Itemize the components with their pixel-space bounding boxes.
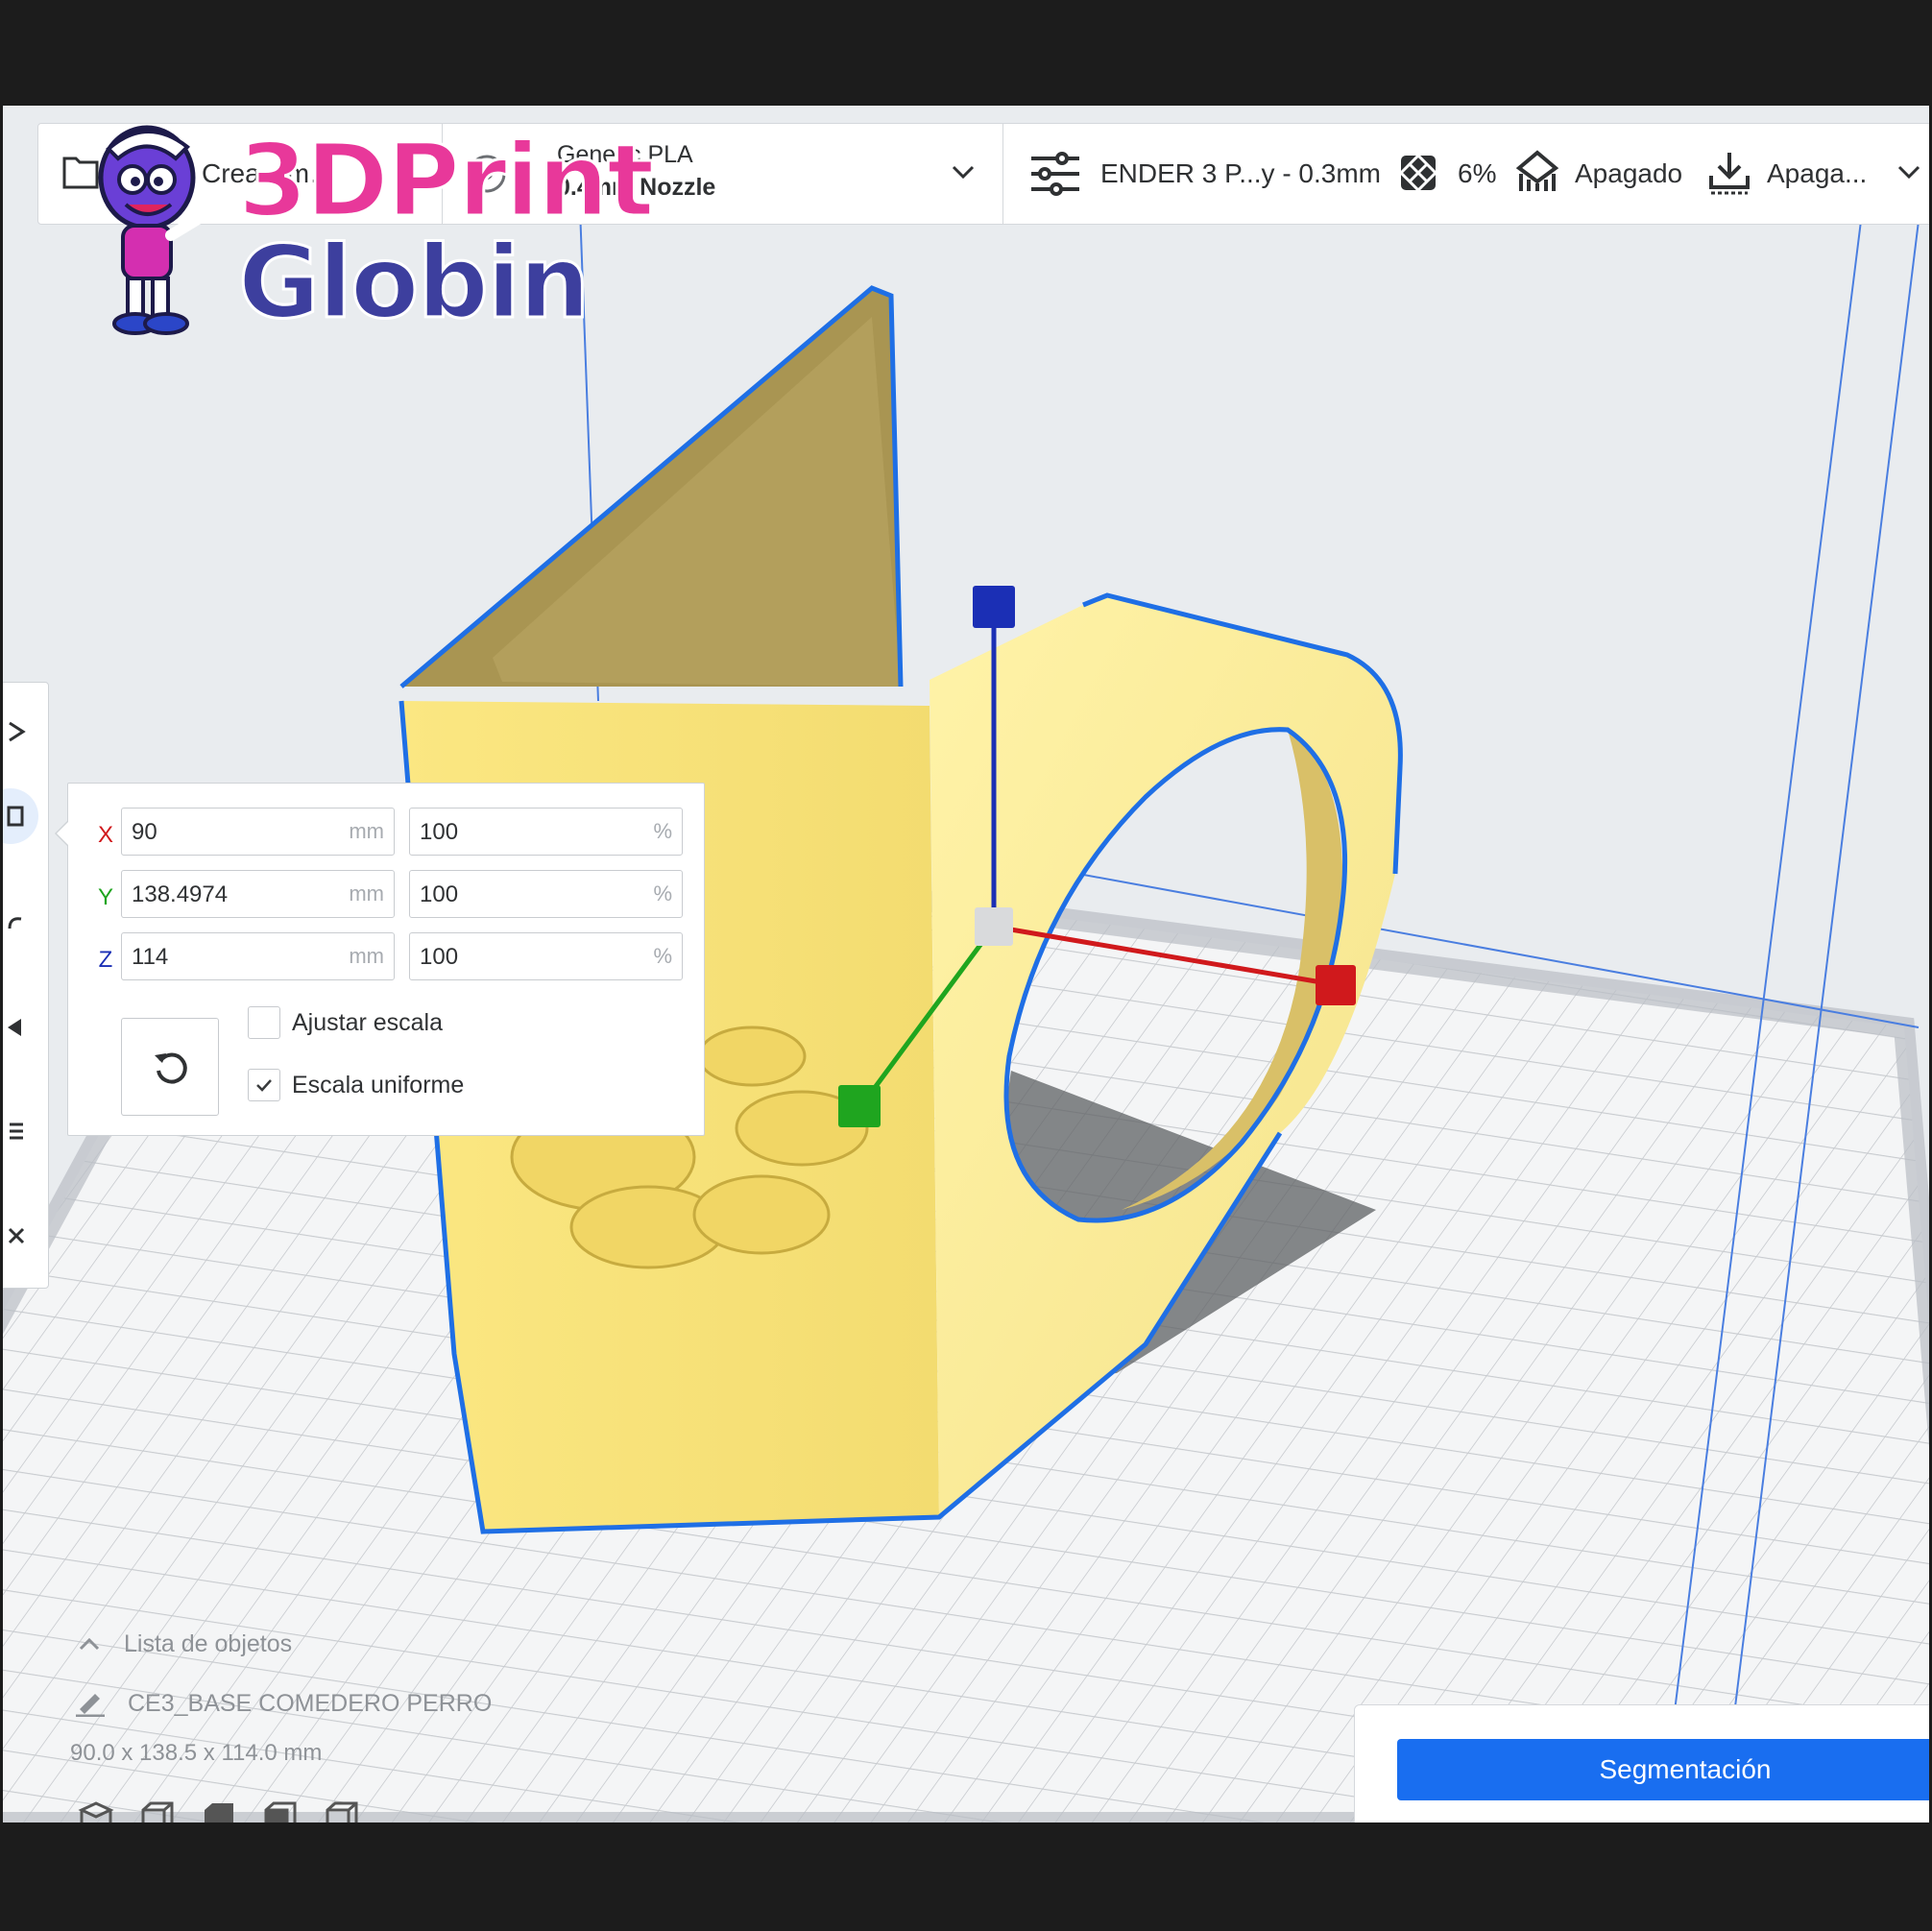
z-axis-handle[interactable] <box>973 586 1015 628</box>
scale-panel: X 90 mm 100 % Y 138.4974 mm 100 % Z 114 … <box>55 783 705 1136</box>
tool-sidebar <box>3 682 49 1289</box>
y-axis-handle[interactable] <box>838 1085 881 1127</box>
adhesion-icon <box>1709 153 1750 195</box>
y-mm-value[interactable]: 138.4974 <box>132 881 228 908</box>
slice-button[interactable]: Segmentación <box>1397 1739 1929 1800</box>
object-name[interactable]: CE3_BASE COMEDERO PERRO <box>128 1690 492 1718</box>
reset-scale-button[interactable] <box>121 1018 219 1116</box>
snap-scaling-label: Ajustar escala <box>292 1009 444 1036</box>
object-list-header[interactable]: Lista de objetos <box>124 1630 292 1658</box>
check-icon <box>256 1079 272 1092</box>
y-percent-input[interactable]: 100 % <box>409 870 683 918</box>
x-axis-label: X <box>97 822 113 848</box>
y-mm-unit: mm <box>349 881 384 905</box>
mascot-icon <box>98 125 208 335</box>
z-mm-unit: mm <box>349 944 384 968</box>
pencil-icon[interactable] <box>74 1688 107 1717</box>
z-percent-unit: % <box>653 944 672 968</box>
uniform-scaling-checkbox[interactable] <box>248 1069 280 1101</box>
scale-tool-icon[interactable] <box>6 806 27 827</box>
support-icon <box>1515 150 1559 191</box>
x-percent-input[interactable]: 100 % <box>409 808 683 856</box>
panel-pointer <box>55 820 69 847</box>
support-blocker-icon[interactable] <box>6 1225 27 1246</box>
gizmo-center[interactable] <box>975 907 1013 946</box>
infill-icon <box>1398 153 1438 193</box>
x-mm-input[interactable]: 90 mm <box>121 808 395 856</box>
z-mm-value[interactable]: 114 <box>132 944 168 971</box>
snap-scaling-checkbox[interactable] <box>248 1006 280 1039</box>
z-axis-label: Z <box>98 947 113 973</box>
print-profile[interactable]: ENDER 3 P...y - 0.3mm <box>1100 158 1381 189</box>
z-percent-input[interactable]: 100 % <box>409 932 683 980</box>
adhesion-value[interactable]: Apaga... <box>1767 158 1867 189</box>
logo: 3DPrint Globin <box>80 120 656 360</box>
support-value[interactable]: Apagado <box>1575 158 1682 189</box>
cura-window: Crea…m… Generic PLA 0.4mm Nozzle ENDER 3… <box>3 106 1929 1822</box>
z-percent-value[interactable]: 100 <box>420 944 458 971</box>
view-right-icon[interactable] <box>324 1800 360 1822</box>
logo-line2: Globin <box>237 223 592 343</box>
view-front-icon[interactable] <box>139 1800 176 1822</box>
toolbar-divider <box>1002 124 1003 224</box>
reset-icon <box>155 1052 187 1084</box>
chevron-down-icon[interactable] <box>1896 162 1921 181</box>
chevron-up-icon[interactable] <box>78 1636 101 1652</box>
y-axis-label: Y <box>97 884 113 910</box>
x-mm-unit: mm <box>349 819 384 843</box>
object-dimensions: 90.0 x 138.5 x 114.0 mm <box>70 1740 323 1766</box>
logo-line1: 3DPrint <box>237 121 657 241</box>
y-mm-input[interactable]: 138.4974 mm <box>121 870 395 918</box>
y-percent-unit: % <box>653 881 672 905</box>
per-model-settings-icon[interactable] <box>6 1121 27 1142</box>
x-percent-unit: % <box>653 819 672 843</box>
x-percent-value[interactable]: 100 <box>420 819 458 846</box>
z-mm-input[interactable]: 114 mm <box>121 932 395 980</box>
view-top-icon[interactable] <box>201 1800 237 1822</box>
uniform-scaling-label: Escala uniforme <box>292 1072 465 1098</box>
mirror-tool-icon[interactable] <box>6 1017 27 1038</box>
slice-panel: Segmentación <box>1354 1704 1929 1822</box>
view-3d-icon[interactable] <box>78 1800 114 1822</box>
x-mm-value[interactable]: 90 <box>132 819 157 846</box>
y-percent-value[interactable]: 100 <box>420 881 458 908</box>
x-axis-handle[interactable] <box>1316 965 1356 1005</box>
move-tool-icon[interactable] <box>6 721 27 742</box>
settings-sliders-icon[interactable] <box>1029 151 1081 197</box>
rotate-tool-icon[interactable] <box>6 913 27 934</box>
view-left-icon[interactable] <box>262 1800 299 1822</box>
infill-value[interactable]: 6% <box>1458 158 1496 189</box>
chevron-down-icon[interactable] <box>951 162 976 181</box>
